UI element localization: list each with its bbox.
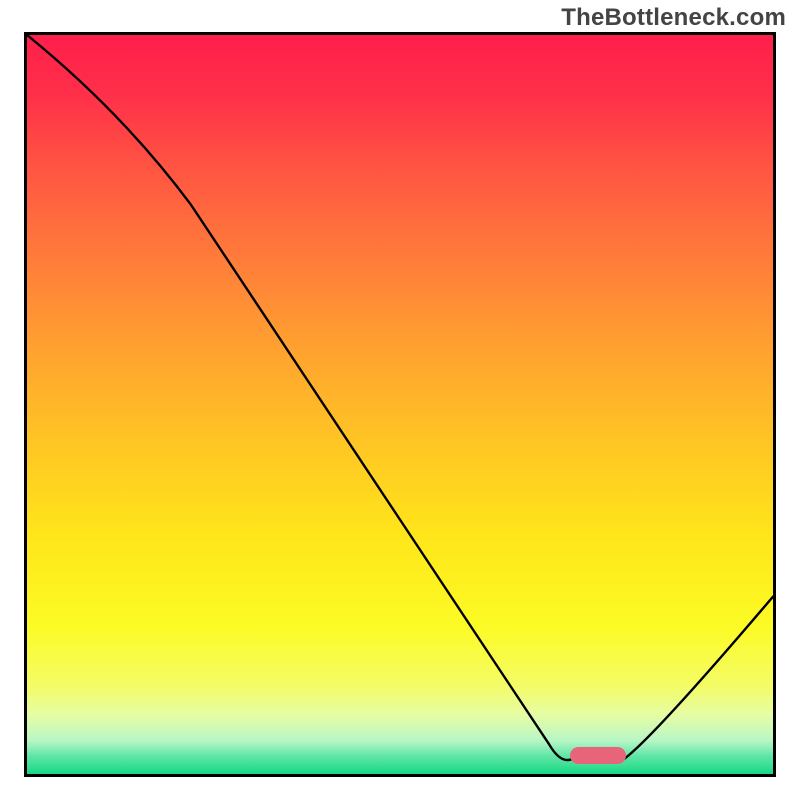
bottleneck-curve-path <box>27 35 773 760</box>
chart-container: TheBottleneck.com <box>0 0 800 800</box>
bottleneck-curve <box>27 35 773 774</box>
watermark-label: TheBottleneck.com <box>561 4 786 32</box>
optimal-zone-marker <box>570 747 626 764</box>
plot-area <box>24 32 776 777</box>
